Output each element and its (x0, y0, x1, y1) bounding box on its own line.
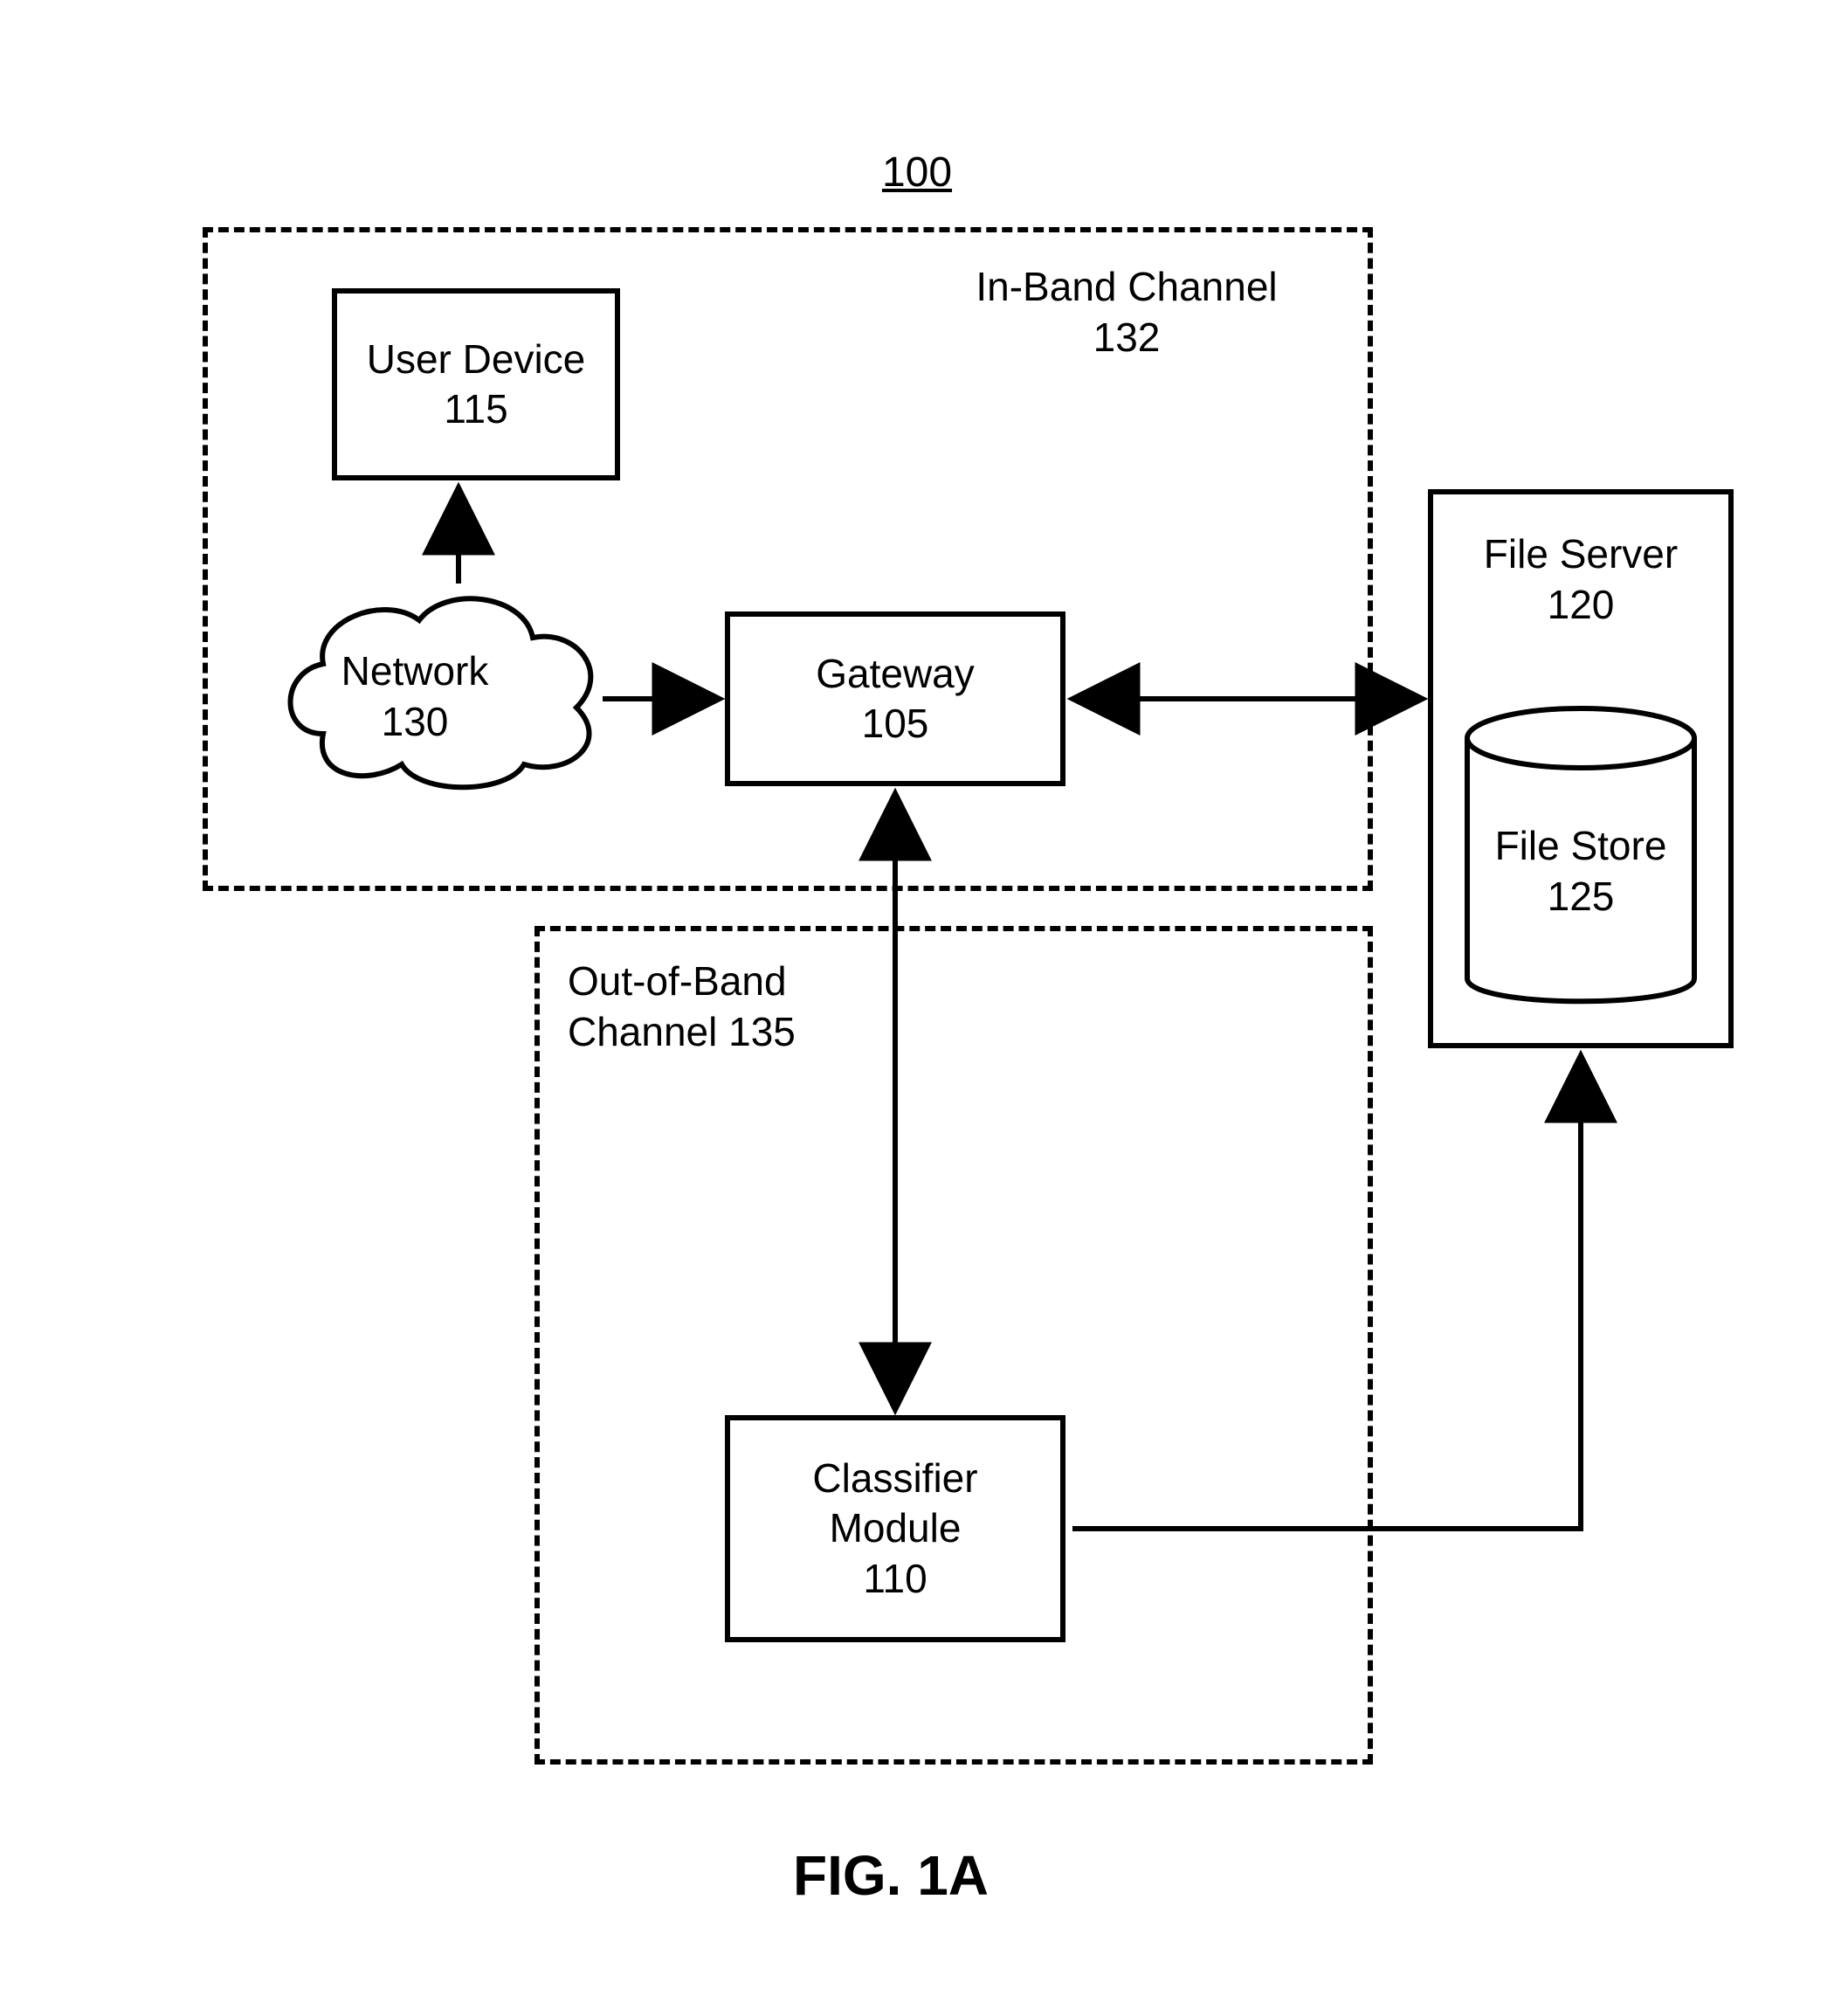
figure-caption: FIG. 1A (716, 1843, 1065, 1908)
diagram-stage: 100 In-Band Channel 132 Out-of-Band Chan… (0, 0, 1848, 2010)
arrow-classifier-to-fileserver (0, 0, 1848, 2010)
